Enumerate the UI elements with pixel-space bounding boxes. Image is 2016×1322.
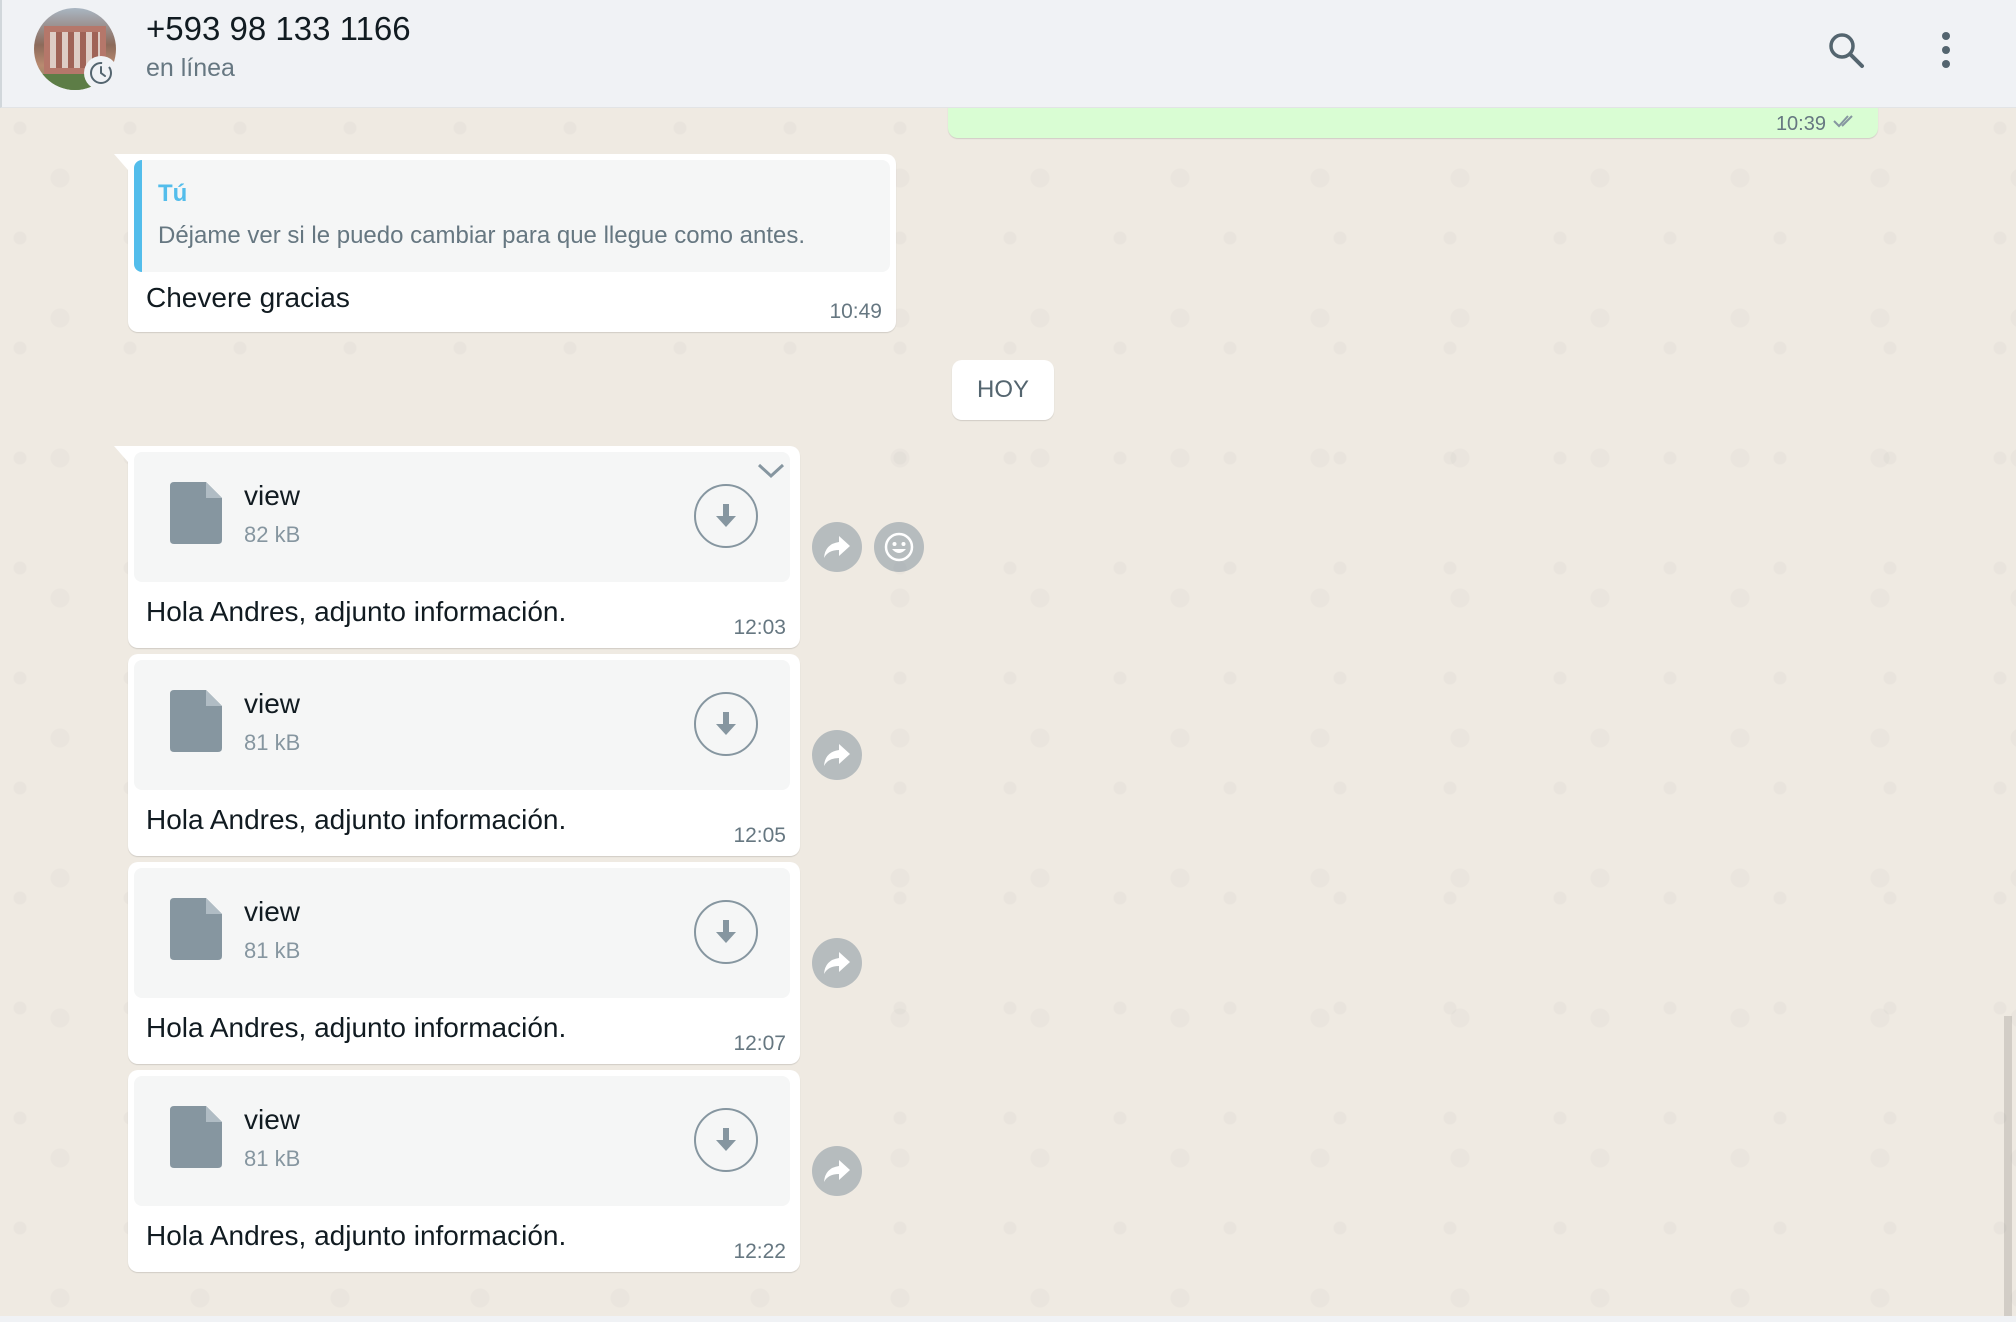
message-time: 12:03: [733, 616, 786, 639]
chat-area[interactable]: 10:39 Tú Déjame ver si le puedo cambiar …: [0, 108, 2016, 1322]
file-name: view: [244, 896, 301, 927]
document-icon: [170, 482, 222, 544]
forward-button[interactable]: [812, 522, 862, 572]
message-time: 10:49: [829, 300, 882, 323]
message-text: Hola Andres, adjunto información.: [146, 804, 567, 835]
file-name: view: [244, 480, 301, 511]
status-clock-icon: [84, 56, 118, 90]
file-message[interactable]: view 81 kB Hola Andres, adjunto informac…: [128, 862, 800, 1064]
download-arrow-icon: [716, 1128, 736, 1151]
chevron-down-icon[interactable]: [756, 462, 786, 485]
quote-text: Déjame ver si le puedo cambiar para que …: [158, 222, 806, 249]
download-button[interactable]: [694, 1108, 758, 1172]
document-card[interactable]: view 81 kB: [134, 1076, 790, 1206]
file-size: 81 kB: [244, 730, 301, 755]
forward-button[interactable]: [812, 938, 862, 988]
forward-button[interactable]: [812, 730, 862, 780]
document-icon: [170, 1106, 222, 1168]
document-card[interactable]: view 81 kB: [134, 868, 790, 998]
file-message[interactable]: view 81 kB Hola Andres, adjunto informac…: [128, 654, 800, 856]
message-time: 12:07: [733, 1032, 786, 1055]
forward-icon: [824, 1160, 850, 1182]
message-time: 10:39: [1775, 113, 1826, 135]
footer-edge: [0, 1316, 2016, 1322]
file-message[interactable]: view 82 kB Hola Andres, adjunto informac…: [114, 446, 800, 648]
download-arrow-icon: [716, 712, 736, 735]
download-button[interactable]: [694, 484, 758, 548]
document-card[interactable]: view 82 kB: [134, 452, 790, 582]
outgoing-message[interactable]: 10:39: [948, 108, 1878, 138]
quoted-message[interactable]: Tú Déjame ver si le puedo cambiar para q…: [134, 160, 890, 272]
file-size: 82 kB: [244, 522, 301, 547]
contact-name[interactable]: +593 98 133 1166: [146, 10, 411, 48]
forward-icon: [824, 744, 850, 766]
double-check-icon: [1832, 113, 1858, 134]
quote-author: Tú: [158, 180, 188, 207]
react-button[interactable]: [874, 522, 924, 572]
file-message[interactable]: view 81 kB Hola Andres, adjunto informac…: [128, 1070, 800, 1272]
document-icon: [170, 898, 222, 960]
download-arrow-icon: [716, 504, 736, 527]
contact-status: en línea: [146, 54, 235, 82]
document-card[interactable]: view 81 kB: [134, 660, 790, 790]
day-divider: HOY: [952, 360, 1054, 420]
chat-header: +593 98 133 1166 en línea: [0, 0, 2016, 108]
search-icon[interactable]: [1822, 26, 1870, 74]
menu-dots-icon[interactable]: [1922, 26, 1970, 74]
forward-icon: [824, 536, 850, 558]
message-time: 12:05: [733, 824, 786, 847]
document-icon: [170, 690, 222, 752]
message-text: Hola Andres, adjunto información.: [146, 596, 567, 627]
message-text: Hola Andres, adjunto información.: [146, 1220, 567, 1251]
download-button[interactable]: [694, 692, 758, 756]
message-text: Chevere gracias: [146, 282, 350, 313]
file-size: 81 kB: [244, 1146, 301, 1171]
incoming-message-reply[interactable]: Tú Déjame ver si le puedo cambiar para q…: [114, 154, 896, 332]
download-button[interactable]: [694, 900, 758, 964]
scrollbar-thumb[interactable]: [2004, 1016, 2012, 1322]
forward-button[interactable]: [812, 1146, 862, 1196]
message-text: Hola Andres, adjunto información.: [146, 1012, 567, 1043]
emoji-icon: [884, 532, 914, 562]
download-arrow-icon: [716, 920, 736, 943]
file-name: view: [244, 688, 301, 719]
forward-icon: [824, 952, 850, 974]
file-size: 81 kB: [244, 938, 301, 963]
file-name: view: [244, 1104, 301, 1135]
message-time: 12:22: [733, 1240, 786, 1263]
